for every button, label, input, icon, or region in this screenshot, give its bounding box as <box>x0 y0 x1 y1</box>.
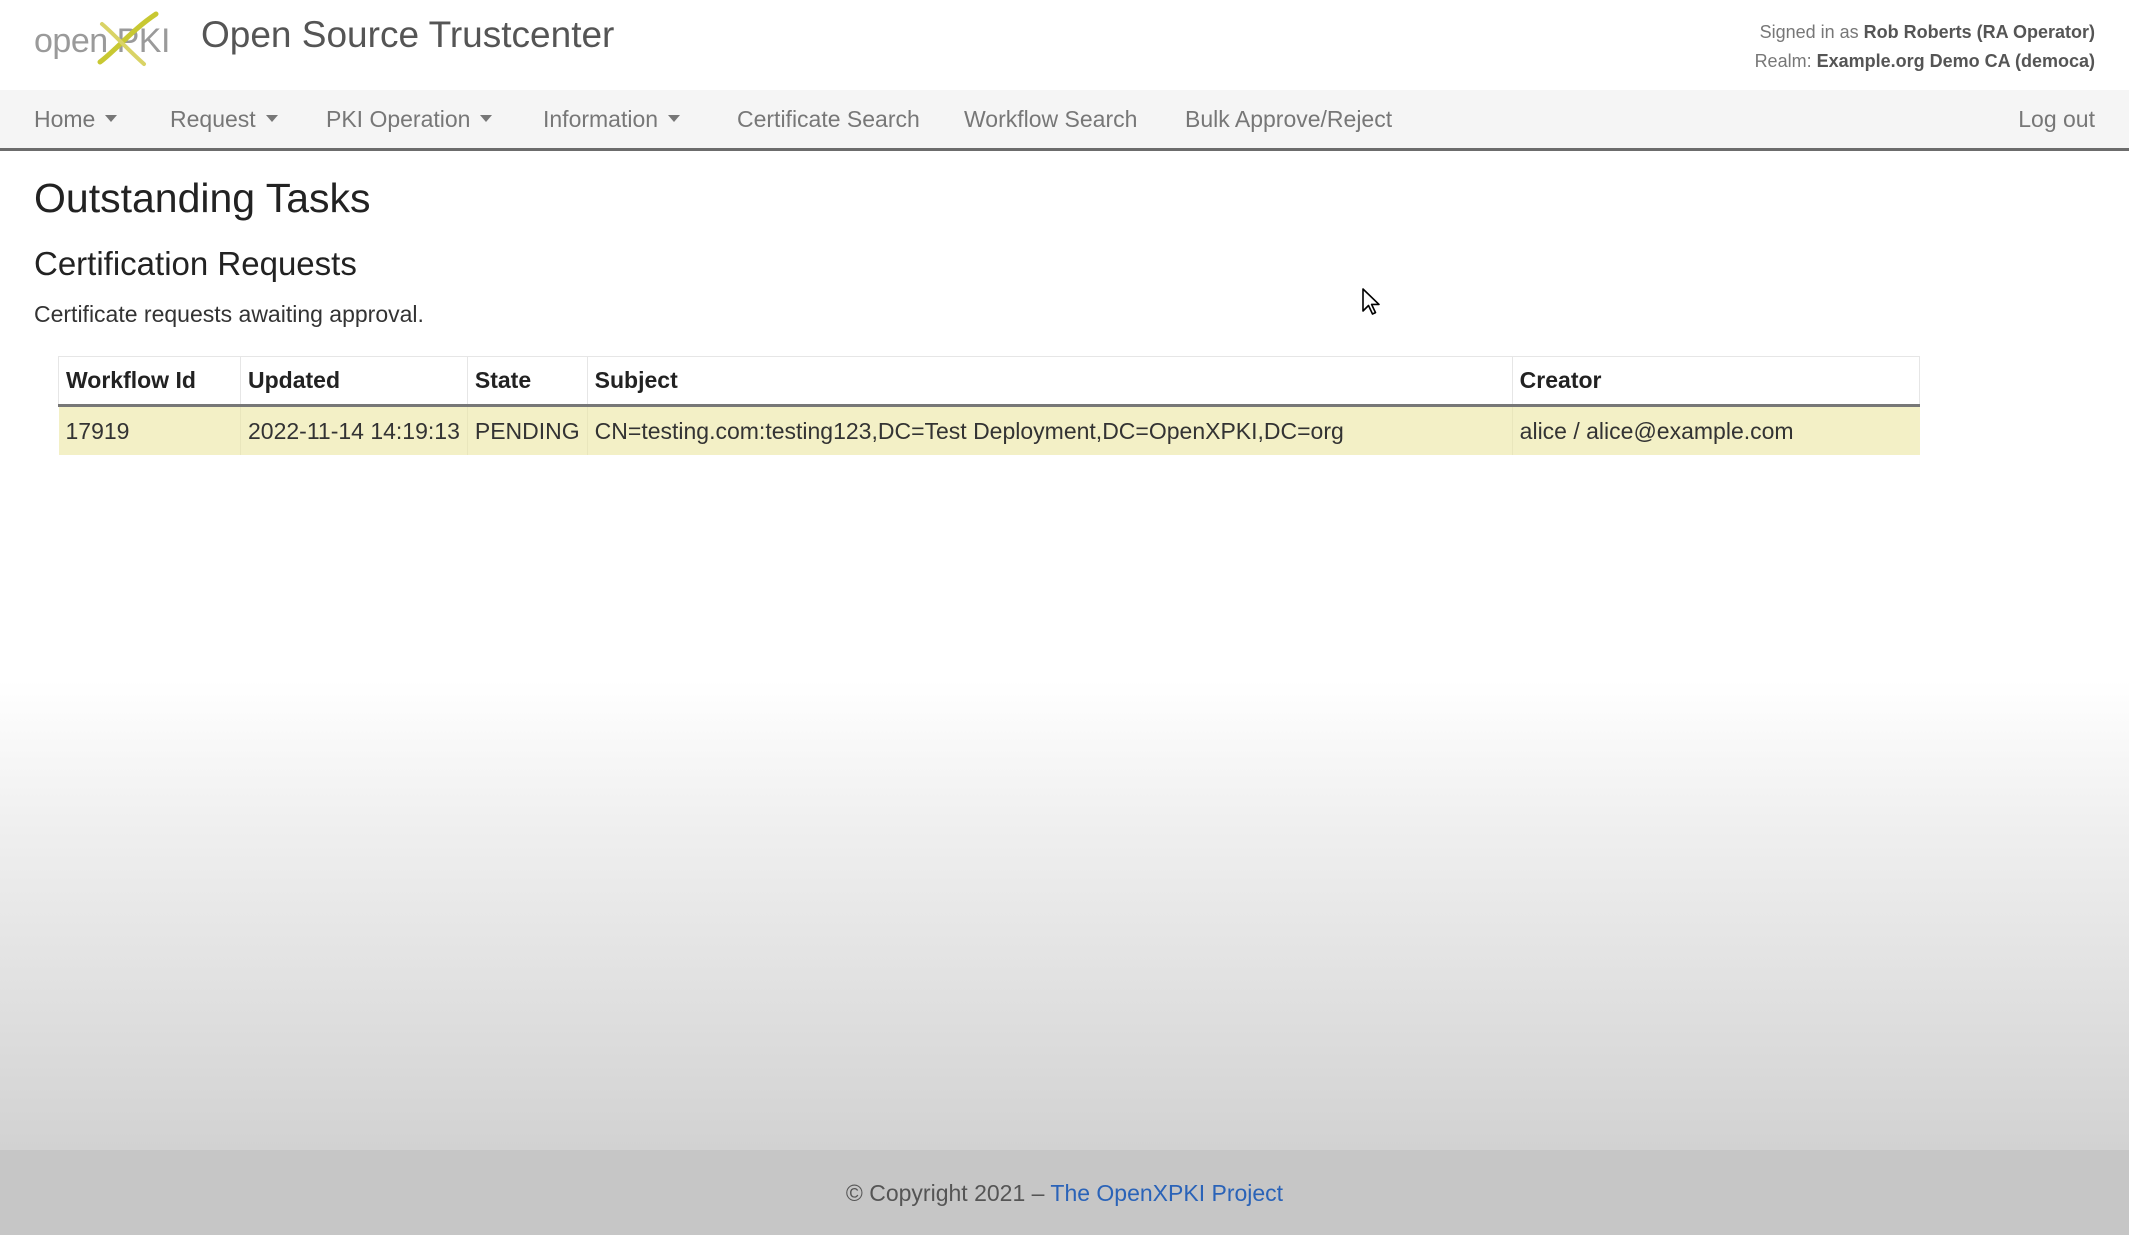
cell-updated: 2022-11-14 14:19:13 <box>240 405 468 455</box>
section-description: Certificate requests awaiting approval. <box>34 301 424 327</box>
nav-information-label: Information <box>543 106 659 132</box>
mouse-pointer-icon <box>1362 288 1380 315</box>
nav-certificate-search[interactable]: Certificate Search <box>737 90 920 148</box>
signed-in-line: Signed in as Rob Roberts (RA Operator) <box>1755 18 2095 47</box>
signed-in-user: Rob Roberts (RA Operator) <box>1863 22 2095 42</box>
nav-bulk-approve-reject[interactable]: Bulk Approve/Reject <box>1185 90 1392 148</box>
footer-text: © Copyright 2021 – The OpenXPKI Project <box>0 1180 2129 1207</box>
caret-down-icon <box>265 115 278 123</box>
cell-creator: alice / alice@example.com <box>1511 405 1920 455</box>
realm-name: Example.org Demo CA (democa) <box>1816 51 2095 71</box>
column-header-creator[interactable]: Creator <box>1511 356 1921 407</box>
table-row[interactable]: 17919 2022-11-14 14:19:13 PENDING CN=tes… <box>58 405 1920 455</box>
nav-request-label: Request <box>170 106 256 132</box>
logo-swoosh-icon <box>97 11 159 66</box>
nav-information[interactable]: Information <box>543 90 681 148</box>
page-title: Outstanding Tasks <box>34 175 371 221</box>
column-header-updated[interactable]: Updated <box>240 356 468 407</box>
nav-home-label: Home <box>34 106 96 132</box>
certification-requests-table: Workflow Id Updated State Subject Creato… <box>58 356 1921 455</box>
user-info: Signed in as Rob Roberts (RA Operator) R… <box>1755 18 2095 76</box>
realm-line: Realm: Example.org Demo CA (democa) <box>1755 47 2095 76</box>
table-header-row: Workflow Id Updated State Subject Creato… <box>58 356 1921 407</box>
cell-state: PENDING <box>466 405 588 455</box>
nav-workflow-search[interactable]: Workflow Search <box>964 90 1137 148</box>
caret-down-icon <box>480 115 493 123</box>
cell-subject: CN=testing.com:testing123,DC=Test Deploy… <box>586 405 1513 455</box>
openxpki-project-link[interactable]: The OpenXPKI Project <box>1050 1180 1283 1206</box>
signed-in-prefix: Signed in as <box>1759 22 1859 42</box>
openxpki-logo[interactable]: open PKI <box>34 10 170 68</box>
caret-down-icon <box>105 115 118 123</box>
nav-pki-operation-label: PKI Operation <box>326 106 471 132</box>
caret-down-icon <box>668 115 681 123</box>
nav-pki-operation[interactable]: PKI Operation <box>326 90 493 148</box>
app-title: Open Source Trustcenter <box>201 14 615 55</box>
nav-request[interactable]: Request <box>170 90 278 148</box>
section-title: Certification Requests <box>34 245 357 282</box>
column-header-subject[interactable]: Subject <box>586 356 1513 407</box>
footer-copyright: © Copyright 2021 – <box>845 1180 1051 1206</box>
footer: © Copyright 2021 – The OpenXPKI Project <box>0 1150 2129 1235</box>
nav-home[interactable]: Home <box>34 90 118 148</box>
header: open PKI Open Source Trustcenter Signed … <box>0 0 2129 90</box>
column-header-state[interactable]: State <box>466 356 588 407</box>
cell-workflow-id: 17919 <box>58 405 241 455</box>
logout-link[interactable]: Log out <box>2018 90 2095 148</box>
column-header-workflow-id[interactable]: Workflow Id <box>58 356 241 407</box>
realm-prefix: Realm: <box>1754 51 1812 71</box>
main-navbar: Home Request PKI Operation Information C… <box>0 90 2129 151</box>
